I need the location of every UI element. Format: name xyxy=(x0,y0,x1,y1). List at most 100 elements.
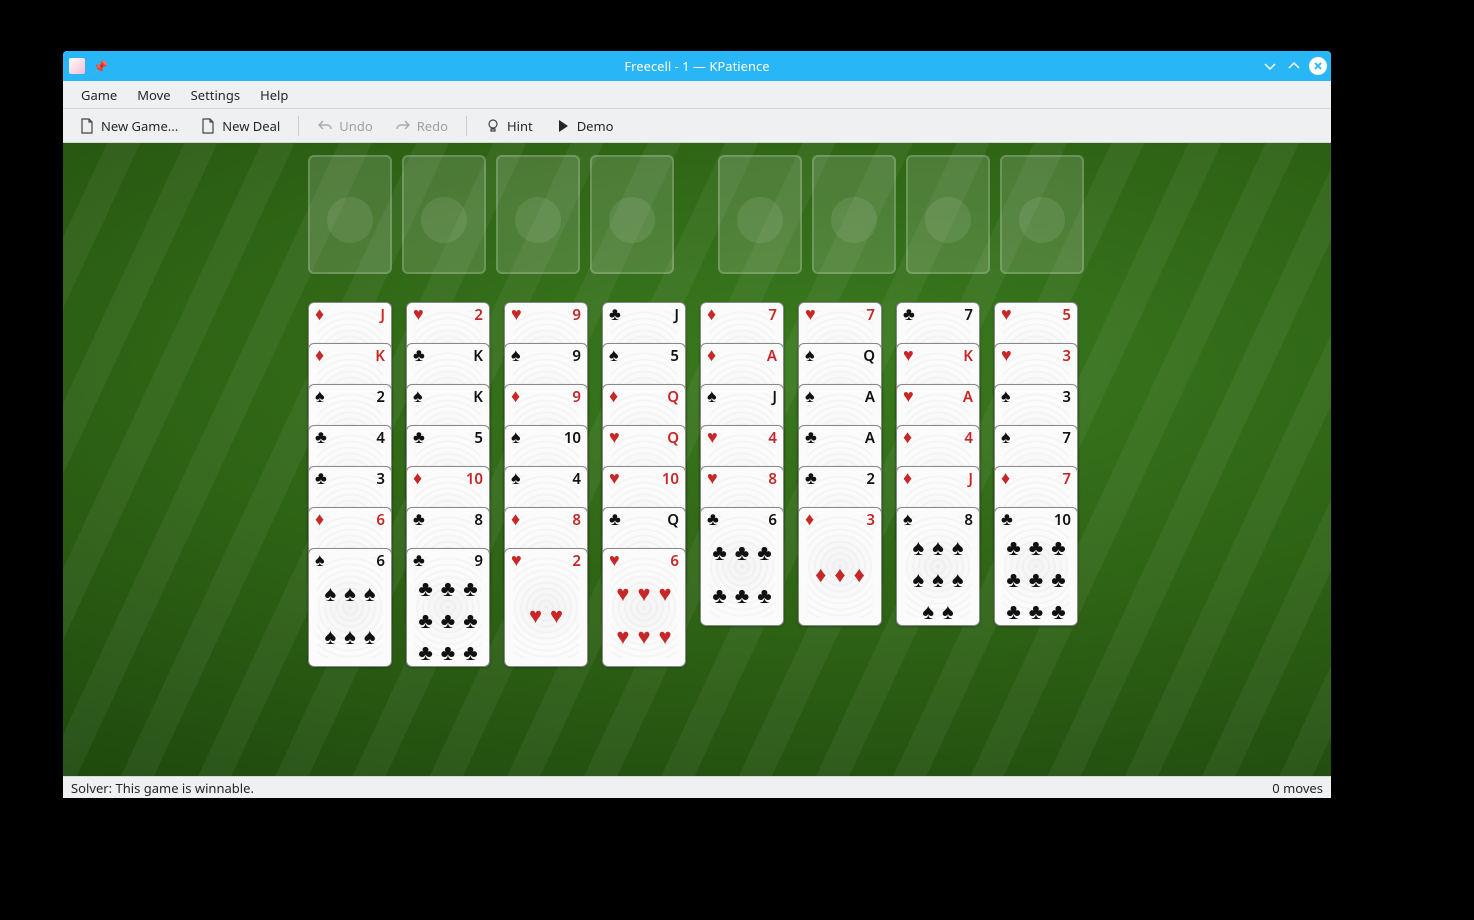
menu-game[interactable]: Game xyxy=(71,82,127,108)
statusbar: Solver: This game is winnable. 0 moves xyxy=(63,776,1331,798)
card-suit-icon: ♦ xyxy=(511,387,520,405)
close-button[interactable] xyxy=(1309,57,1327,75)
card-rank: 4 xyxy=(376,428,385,448)
foundation-slot[interactable] xyxy=(1000,155,1084,274)
foundation-slot[interactable] xyxy=(718,155,802,274)
cascade-column[interactable]: ♦J♦K♠2♣4♣3♦6♠6♠♠♠♠♠♠ xyxy=(308,302,392,667)
cascade-column[interactable]: ♣7♥K♥A♦4♦J♠8♠♠♠♠♠♠♠♠ xyxy=(896,302,980,626)
card-face: ♦♦♦ xyxy=(809,532,871,615)
card-suit-icon: ♥ xyxy=(707,428,718,446)
card-rank: 4 xyxy=(768,428,777,448)
card-suit-icon: ♠ xyxy=(413,387,423,405)
cascade-column[interactable]: ♣J♠5♦Q♥Q♥10♣Q♥6♥♥♥♥♥♥ xyxy=(602,302,686,667)
redo-button[interactable]: Redo xyxy=(387,113,456,139)
card-rank: 7 xyxy=(768,305,777,325)
card-rank: 3 xyxy=(1062,346,1071,366)
app-window: 📌 Freecell - 1 — KPatience Game Move Set… xyxy=(63,51,1331,798)
minimize-button[interactable] xyxy=(1261,57,1279,75)
card-suit-icon: ♦ xyxy=(609,387,618,405)
card-suit-icon: ♠ xyxy=(315,387,325,405)
card-suit-icon: ♣ xyxy=(609,305,621,323)
playing-card[interactable]: ♦3♦♦♦ xyxy=(798,507,882,626)
card-rank: 2 xyxy=(376,387,385,407)
demo-button[interactable]: Demo xyxy=(547,113,622,139)
card-suit-icon: ♣ xyxy=(413,346,425,364)
menu-settings[interactable]: Settings xyxy=(181,82,250,108)
titlebar[interactable]: 📌 Freecell - 1 — KPatience xyxy=(63,51,1331,81)
maximize-button[interactable] xyxy=(1285,57,1303,75)
card-face: ♥♥♥♥♥♥ xyxy=(613,573,675,656)
card-suit-icon: ♥ xyxy=(413,305,424,323)
card-rank: J xyxy=(772,387,777,407)
card-suit-icon: ♥ xyxy=(1001,305,1012,323)
playing-card[interactable]: ♣9♣♣♣♣♣♣♣♣♣ xyxy=(406,548,490,667)
card-rank: A xyxy=(767,346,777,366)
card-rank: K xyxy=(473,387,483,407)
play-area[interactable]: ♦J♦K♠2♣4♣3♦6♠6♠♠♠♠♠♠♥2♣K♠K♣5♦10♣8♣9♣♣♣♣♣… xyxy=(63,143,1331,776)
card-rank: 3 xyxy=(1062,387,1071,407)
card-suit-icon: ♥ xyxy=(1001,346,1012,364)
lightbulb-icon xyxy=(485,118,501,134)
card-rank: J xyxy=(674,305,679,325)
cascade-column[interactable]: ♥7♠Q♠A♣A♣2♦3♦♦♦ xyxy=(798,302,882,626)
foundation-slot[interactable] xyxy=(906,155,990,274)
playing-card[interactable]: ♣10♣♣♣♣♣♣♣♣♣♣ xyxy=(994,507,1078,626)
card-suit-icon: ♦ xyxy=(413,469,422,487)
card-rank: 10 xyxy=(466,469,483,489)
card-suit-icon: ♦ xyxy=(511,510,520,528)
document-icon xyxy=(200,118,216,134)
card-suit-icon: ♣ xyxy=(413,551,425,569)
playing-card[interactable]: ♥6♥♥♥♥♥♥ xyxy=(602,548,686,667)
freecell-slot[interactable] xyxy=(496,155,580,274)
new-deal-button[interactable]: New Deal xyxy=(192,113,288,139)
card-suit-icon: ♥ xyxy=(805,305,816,323)
card-suit-icon: ♠ xyxy=(511,469,521,487)
card-rank: 6 xyxy=(670,551,679,571)
card-suit-icon: ♠ xyxy=(511,346,521,364)
card-rank: 2 xyxy=(572,551,581,571)
undo-button[interactable]: Undo xyxy=(309,113,380,139)
document-new-icon xyxy=(79,118,95,134)
new-game-button[interactable]: New Game... xyxy=(71,113,186,139)
solver-status: Solver: This game is winnable. xyxy=(71,779,254,797)
cascade-column[interactable]: ♥9♠9♦9♠10♠4♦8♥2♥♥ xyxy=(504,302,588,667)
card-rank: 7 xyxy=(866,305,875,325)
foundation-slot[interactable] xyxy=(812,155,896,274)
playing-card[interactable]: ♠8♠♠♠♠♠♠♠♠ xyxy=(896,507,980,626)
undo-icon xyxy=(317,118,333,134)
playing-card[interactable]: ♣6♣♣♣♣♣♣ xyxy=(700,507,784,626)
card-face: ♠♠♠♠♠♠ xyxy=(319,573,381,656)
cascade-column[interactable]: ♦7♦A♠J♥4♥8♣6♣♣♣♣♣♣ xyxy=(700,302,784,626)
card-suit-icon: ♥ xyxy=(903,346,914,364)
card-suit-icon: ♥ xyxy=(609,469,620,487)
hint-label: Hint xyxy=(507,117,533,135)
cascade-column[interactable]: ♥2♣K♠K♣5♦10♣8♣9♣♣♣♣♣♣♣♣♣ xyxy=(406,302,490,667)
card-suit-icon: ♣ xyxy=(805,428,817,446)
cascade-column[interactable]: ♥5♥3♠3♠7♦7♣10♣♣♣♣♣♣♣♣♣♣ xyxy=(994,302,1078,626)
card-suit-icon: ♣ xyxy=(903,305,915,323)
card-rank: Q xyxy=(667,510,679,530)
playing-card[interactable]: ♠6♠♠♠♠♠♠ xyxy=(308,548,392,667)
card-rank: 6 xyxy=(768,510,777,530)
hint-button[interactable]: Hint xyxy=(477,113,541,139)
card-suit-icon: ♠ xyxy=(1001,428,1011,446)
menubar: Game Move Settings Help xyxy=(63,81,1331,109)
card-rank: 8 xyxy=(964,510,973,530)
pin-icon[interactable]: 📌 xyxy=(93,58,108,75)
card-rank: 10 xyxy=(1054,510,1071,530)
menu-help[interactable]: Help xyxy=(250,82,298,108)
move-count: 0 moves xyxy=(1272,779,1323,797)
freecell-slot[interactable] xyxy=(308,155,392,274)
card-rank: 6 xyxy=(376,551,385,571)
freecell-slot[interactable] xyxy=(590,155,674,274)
card-rank: Q xyxy=(667,387,679,407)
card-suit-icon: ♣ xyxy=(707,510,719,528)
card-suit-icon: ♠ xyxy=(805,346,815,364)
card-suit-icon: ♦ xyxy=(1001,469,1010,487)
menu-move[interactable]: Move xyxy=(127,82,180,108)
card-rank: 8 xyxy=(768,469,777,489)
freecell-slot[interactable] xyxy=(402,155,486,274)
card-face: ♣♣♣♣♣♣♣♣♣ xyxy=(417,573,479,656)
card-suit-icon: ♠ xyxy=(609,346,619,364)
playing-card[interactable]: ♥2♥♥ xyxy=(504,548,588,667)
